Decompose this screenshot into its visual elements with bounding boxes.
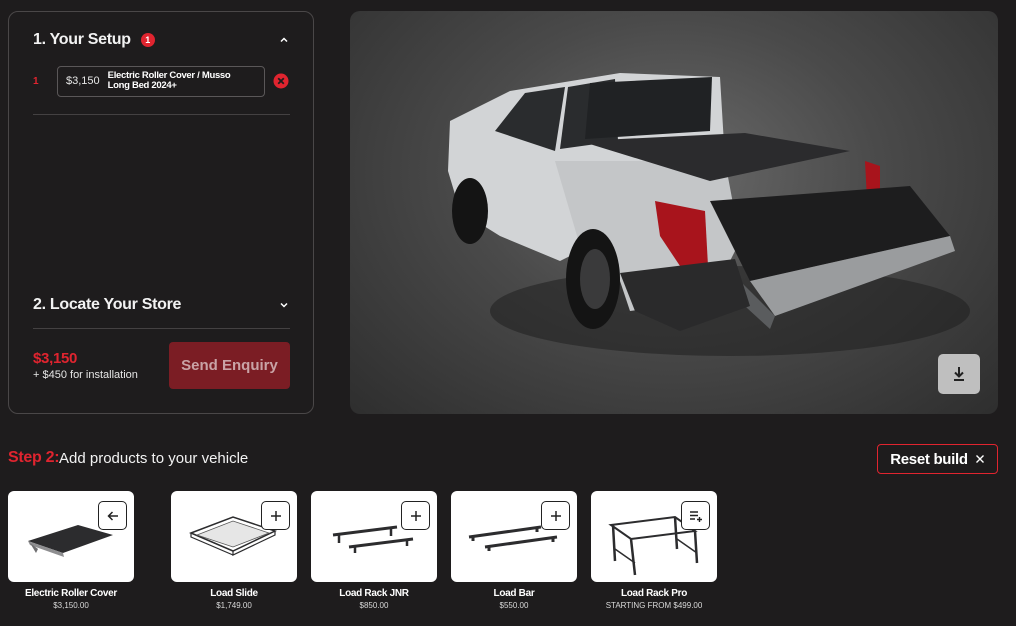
plus-icon [550, 510, 561, 521]
product-name: Load Bar [493, 588, 535, 599]
add-product-button[interactable] [401, 501, 430, 530]
product-image-card[interactable] [591, 491, 717, 582]
your-setup-title: 1. Your Setup [33, 31, 131, 48]
setup-item-name: Electric Roller Cover / Musso Long Bed 2… [108, 71, 231, 91]
download-button[interactable] [938, 354, 980, 394]
product-image-card[interactable] [8, 491, 134, 582]
configure-product-button[interactable] [681, 501, 710, 530]
vehicle-render-image [448, 73, 970, 356]
product-price: $850.00 [359, 601, 389, 610]
chevron-up-icon[interactable] [279, 35, 289, 45]
product-name: Load Slide [210, 588, 258, 599]
reset-build-button[interactable]: Reset build [877, 444, 998, 474]
product-card-electric-roller-cover[interactable]: Electric Roller Cover $3,150.00 [8, 491, 134, 610]
locate-store-title: 2. Locate Your Store [33, 296, 182, 313]
chevron-down-icon[interactable] [279, 300, 289, 310]
setup-item-index: 1 [33, 75, 39, 87]
setup-panel: 1. Your Setup 1 1 $3,150 Electric Roller… [8, 11, 314, 414]
download-icon [954, 367, 964, 381]
back-arrow-icon [106, 510, 118, 521]
item-count-badge: 1 [140, 33, 155, 47]
product-name: Load Rack Pro [620, 588, 688, 599]
product-price: STARTING FROM $499.00 [605, 601, 703, 610]
vehicle-viewer[interactable] [350, 11, 998, 414]
step-2-text: Add products to your vehicle [59, 450, 249, 467]
product-image-card[interactable] [171, 491, 297, 582]
product-name: Electric Roller Cover [24, 588, 118, 599]
list-add-icon [689, 510, 702, 522]
your-setup-header[interactable]: 1. Your Setup 1 [33, 31, 289, 49]
remove-product-button[interactable] [98, 501, 127, 530]
send-enquiry-button[interactable]: Send Enquiry [169, 342, 290, 389]
divider [33, 114, 290, 115]
product-card-load-slide[interactable]: Load Slide $1,749.00 [171, 491, 297, 610]
reset-build-label: Reset build [890, 450, 968, 468]
product-card-load-rack-jnr[interactable]: Load Rack JNR $850.00 [311, 491, 437, 610]
divider [33, 328, 290, 329]
plus-icon [410, 510, 421, 521]
step-2-label: Step 2: [8, 449, 60, 466]
installation-note: + $450 for installation [33, 369, 138, 381]
product-price: $1,749.00 [216, 601, 252, 610]
locate-store-header[interactable]: 2. Locate Your Store [33, 296, 289, 314]
remove-item-icon[interactable] [273, 73, 289, 89]
product-name: Load Rack JNR [339, 588, 409, 599]
add-product-button[interactable] [541, 501, 570, 530]
product-card-load-rack-pro[interactable]: Load Rack Pro STARTING FROM $499.00 [591, 491, 717, 610]
product-image-card[interactable] [311, 491, 437, 582]
product-price: $3,150.00 [53, 601, 89, 610]
setup-item-row: 1 $3,150 Electric Roller Cover / Musso L… [33, 65, 293, 97]
setup-item-box: $3,150 Electric Roller Cover / Musso Lon… [57, 65, 265, 97]
product-price: $550.00 [499, 601, 529, 610]
setup-item-price: $3,150 [66, 75, 100, 87]
total-price: $3,150 [33, 350, 78, 367]
product-card-load-bar[interactable]: Load Bar $550.00 [451, 491, 577, 610]
plus-icon [270, 510, 281, 521]
add-product-button[interactable] [261, 501, 290, 530]
setup-item-name-line2: Long Bed 2024+ [107, 80, 177, 91]
close-icon [975, 455, 984, 463]
product-image-card[interactable] [451, 491, 577, 582]
